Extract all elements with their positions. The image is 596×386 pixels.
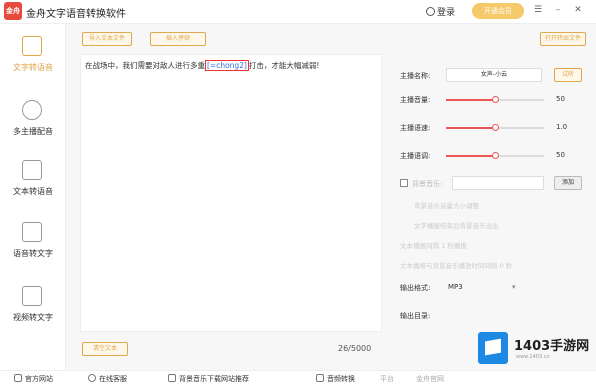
speed-knob[interactable] (492, 124, 499, 131)
speed-value: 1.0 (556, 123, 568, 131)
watermark-icon (478, 332, 508, 364)
volume-fill (446, 99, 495, 101)
editor-text-after: 打击，才能大幅减弱! (248, 61, 320, 70)
bgm-select[interactable] (452, 176, 544, 190)
official-site-link[interactable]: 官方网站 (14, 374, 53, 384)
jinzhou-site-link[interactable]: 金舟官网 (416, 374, 444, 384)
volume-knob[interactable] (492, 96, 499, 103)
video-file-icon (22, 286, 42, 306)
insert-pause-button[interactable]: 插入停顿 (150, 32, 206, 46)
editor-text-before: 在战场中，我们需要对敌人进行多重 (85, 61, 205, 70)
sidebar-item-video-to-text[interactable]: 视频转文字 (0, 280, 66, 336)
anchor-label: 主播名称: (400, 72, 431, 80)
audio-convert-label: 音频转换 (327, 375, 355, 383)
chevron-down-icon[interactable]: ▾ (512, 283, 516, 291)
sidebar-item-multi-anchor[interactable]: 多主播配音 (0, 94, 66, 150)
volume-slider[interactable] (446, 96, 544, 103)
open-output-button[interactable]: 打开转出文件 (540, 32, 586, 46)
document-audio-icon (22, 36, 42, 56)
format-label: 输出格式: (400, 284, 431, 292)
output-label: 输出目录: (400, 312, 431, 320)
app-title: 金舟文字语音转换软件 (26, 9, 126, 20)
volume-label: 主播音量: (400, 96, 431, 104)
user-icon (426, 7, 435, 16)
music-icon (168, 374, 176, 382)
watermark-title: 1403手游网 (514, 339, 590, 354)
bgm-row: 背景音乐: 添加 (396, 176, 586, 192)
home-icon (14, 374, 22, 382)
pitch-fill (446, 155, 495, 157)
text-icon (22, 160, 42, 180)
login-button[interactable]: 登录 (426, 5, 455, 18)
login-label: 登录 (437, 8, 456, 18)
pitch-label: 主播语调: (400, 152, 431, 160)
official-site-label: 官方网站 (25, 375, 53, 383)
import-text-button[interactable]: 导入文本文件 (82, 32, 132, 46)
sidebar-item-label: 文本转语音 (13, 187, 53, 196)
vip-button[interactable]: 开通会员 (472, 3, 524, 19)
sidebar-item-label: 多主播配音 (13, 127, 53, 136)
speed-slider[interactable] (446, 124, 544, 131)
bgm-label: 背景音乐: (412, 180, 443, 188)
online-service-label: 在线客服 (99, 375, 127, 383)
sidebar-item-text-to-speech[interactable]: 文字转语音 (0, 30, 66, 86)
bgm-add-button[interactable]: 添加 (554, 176, 582, 190)
bgm-sites-label: 背景音乐下载网站推荐 (179, 375, 249, 383)
format-row: 输出格式: MP3 ▾ (396, 280, 586, 296)
sidebar-item-text-speech[interactable]: 文本转语音 (0, 154, 66, 210)
user-add-icon (22, 100, 42, 120)
sidebar-item-label: 语音转文字 (13, 249, 53, 258)
bottom-bar: 官方网站 在线客服 背景音乐下载网站推荐 音频转换 平台 金舟官网 (0, 370, 596, 386)
minimize-icon[interactable]: – (552, 4, 564, 16)
audio-convert-link[interactable]: 音频转换 (316, 374, 355, 384)
bgm-fade-option: 文字播报结束后背景音乐淡出 (414, 222, 499, 230)
pitch-value: 50 (556, 151, 565, 159)
sidebar-item-label: 文字转语音 (13, 63, 53, 72)
bgm-volume-option: 背景音乐音量大小调整 (414, 202, 479, 210)
text-editor[interactable]: 在战场中，我们需要对敌人进行多重 [=chong2] 打击，才能大幅减弱! (80, 54, 382, 332)
preview-button[interactable]: 试听 (554, 68, 582, 82)
watermark-logo: 1403手游网 www.1403.cn (478, 330, 594, 370)
app-logo: 金舟 (4, 2, 22, 20)
pitch-row: 主播语调: 50 (396, 148, 586, 164)
anchor-row: 主播名称: 女声-小云 试听 (396, 68, 586, 84)
bgm-interval-option: 文本播报与背景音乐播放时间间隔 0 秒 (400, 262, 513, 270)
sidebar-item-label: 视频转文字 (13, 313, 53, 322)
sidebar-item-speech-to-text[interactable]: 语音转文字 (0, 216, 66, 272)
anchor-select[interactable]: 女声-小云 (446, 68, 542, 82)
menu-icon[interactable]: ☰ (532, 4, 544, 16)
bgm-sites-link[interactable]: 背景音乐下载网站推荐 (168, 374, 249, 384)
speed-fill (446, 127, 495, 129)
bgm-checkbox[interactable] (400, 179, 408, 187)
char-counter: 26/5000 (338, 344, 372, 353)
speed-row: 主播语速: 1.0 (396, 120, 586, 136)
audio-icon (316, 374, 324, 382)
pitch-knob[interactable] (492, 152, 499, 159)
format-select[interactable]: MP3 (448, 283, 463, 291)
pitch-slider[interactable] (446, 152, 544, 159)
chat-icon (88, 374, 96, 382)
watermark-subtitle: www.1403.cn (516, 354, 550, 360)
editor-content: 在战场中，我们需要对敌人进行多重 [=chong2] 打击，才能大幅减弱! (85, 60, 319, 71)
volume-row: 主播音量: 50 (396, 92, 586, 108)
speed-label: 主播语速: (400, 124, 431, 132)
sidebar: 文字转语音 多主播配音 文本转语音 语音转文字 视频转文字 (0, 24, 66, 386)
audio-file-icon (22, 222, 42, 242)
title-bar: 金舟 金舟文字语音转换软件 登录 开通会员 ☰ – ✕ (0, 0, 596, 24)
interval-option: 文本播报间隔 1 秒播报 (400, 242, 467, 250)
close-icon[interactable]: ✕ (572, 4, 584, 16)
clear-text-button[interactable]: 清空文本 (82, 342, 128, 356)
volume-value: 50 (556, 95, 565, 103)
output-row: 输出目录: (396, 308, 586, 324)
online-service-link[interactable]: 在线客服 (88, 374, 127, 384)
pinyin-annotation: [=chong2] (205, 60, 249, 71)
platform-link[interactable]: 平台 (380, 374, 394, 384)
